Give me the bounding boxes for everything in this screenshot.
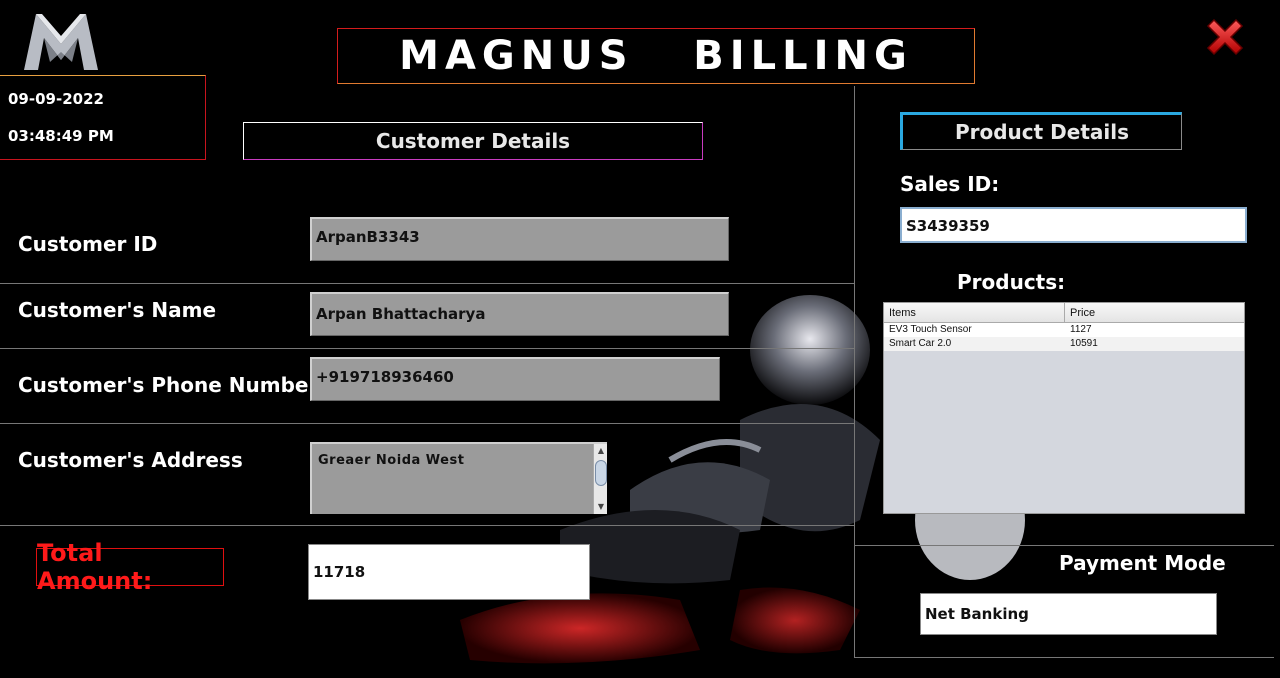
current-time: 03:48:49 PM [8,127,114,145]
table-row[interactable]: Smart Car 2.0 10591 [884,337,1244,351]
total-amount-field[interactable]: 11718 [308,544,590,600]
datetime-panel: 09-09-2022 03:48:49 PM [0,75,206,160]
divider [0,525,854,526]
payment-mode-field[interactable]: Net Banking [920,593,1217,635]
customer-details-heading: Customer Details [243,122,703,160]
products-label: Products: [957,270,1066,294]
sales-id-field[interactable]: S3439359 [900,207,1247,243]
customer-address-text: Greaer Noida West [318,453,465,468]
price-cell: 1127 [1070,324,1092,335]
divider [0,283,854,284]
current-date: 09-09-2022 [8,90,104,108]
divider [854,657,1274,658]
customer-name-label: Customer's Name [18,298,217,322]
price-cell: 10591 [1070,338,1098,349]
app-title: MAGNUS BILLING [399,33,913,79]
address-scrollbar[interactable]: ▲ ▼ [593,444,607,514]
magnus-logo-icon [24,14,98,70]
customer-name-field[interactable]: Arpan Bhattacharya [310,292,729,336]
scroll-up-icon[interactable]: ▲ [594,444,608,458]
table-row[interactable]: EV3 Touch Sensor 1127 [884,323,1244,337]
item-cell: Smart Car 2.0 [889,338,952,349]
customer-address-label: Customer's Address [18,448,243,472]
products-table[interactable]: Items Price EV3 Touch Sensor 1127 Smart … [883,302,1245,514]
scroll-thumb[interactable] [595,460,607,486]
app-title-box: MAGNUS BILLING [337,28,975,84]
customer-address-textarea[interactable]: Greaer Noida West ▲ ▼ [310,442,607,514]
item-cell: EV3 Touch Sensor [889,324,972,335]
divider [854,86,855,658]
column-header-items[interactable]: Items [884,303,1065,322]
customer-id-field[interactable]: ArpanB3343 [310,217,729,261]
total-amount-label: Total Amount: [36,539,224,595]
column-header-price[interactable]: Price [1065,303,1100,322]
customer-phone-field[interactable]: +919718936460 [310,357,720,401]
divider [0,423,854,424]
payment-mode-label: Payment Mode [1059,551,1226,575]
divider [854,545,1274,546]
divider [0,348,854,349]
sales-id-label: Sales ID: [900,172,1000,196]
customer-phone-label: Customer's Phone Number [18,373,319,397]
scroll-down-icon[interactable]: ▼ [594,500,608,514]
table-header: Items Price [884,303,1244,323]
customer-id-label: Customer ID [18,232,158,256]
product-details-heading: Product Details [900,112,1182,150]
close-icon[interactable] [1200,12,1250,62]
